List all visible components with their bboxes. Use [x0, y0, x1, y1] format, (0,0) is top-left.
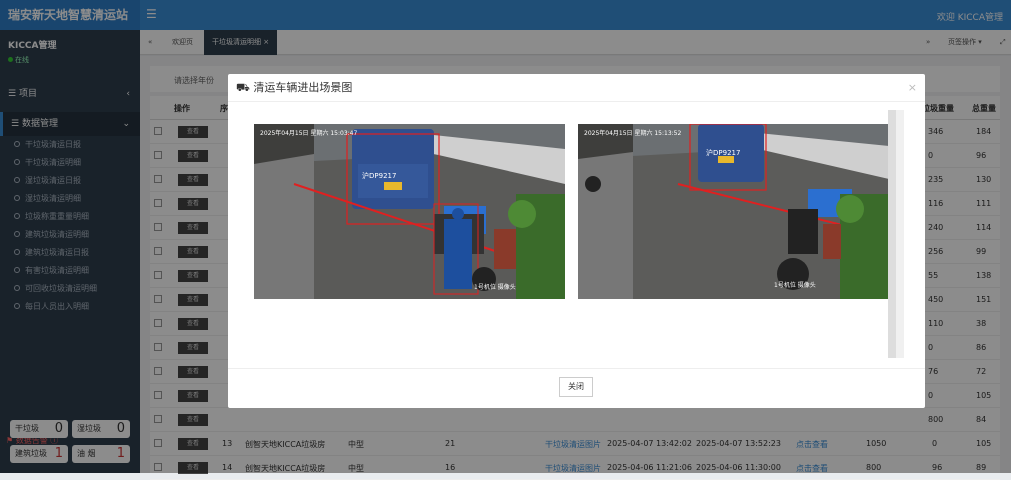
modal-scrollbar[interactable]: [888, 110, 896, 358]
close-button[interactable]: 关闭: [559, 377, 593, 397]
exit-photo: 2025年04月15日 星期六 15:13:52 沪DP9217 1号机位 摄像…: [578, 124, 889, 299]
photo-caption: 1号机位 摄像头: [474, 284, 516, 291]
modal-body: 2025年04月15日 星期六 15:03:47 沪DP9217 1号机位 摄像…: [236, 110, 904, 358]
close-icon[interactable]: ×: [908, 74, 917, 102]
photo-frame: 2025年04月15日 星期六 15:03:47 沪DP9217 1号机位 摄像…: [236, 110, 896, 358]
plate-text: 沪DP9217: [362, 172, 397, 180]
scene-modal: ⛟ 清运车辆进出场景图 × 2025年04月15日 星期六 15:03:47 沪…: [228, 74, 925, 408]
photo-timestamp: 2025年04月15日 星期六 15:03:47: [260, 130, 358, 137]
entry-photo: 2025年04月15日 星期六 15:03:47 沪DP9217 1号机位 摄像…: [254, 124, 565, 299]
photo-timestamp: 2025年04月15日 星期六 15:13:52: [584, 130, 682, 137]
plate-text: 沪DP9217: [706, 149, 741, 157]
modal-footer: 关闭: [228, 368, 925, 408]
photo-caption: 1号机位 摄像头: [774, 282, 816, 289]
modal-header: ⛟ 清运车辆进出场景图 ×: [228, 74, 925, 102]
modal-title: 清运车辆进出场景图: [253, 81, 353, 94]
